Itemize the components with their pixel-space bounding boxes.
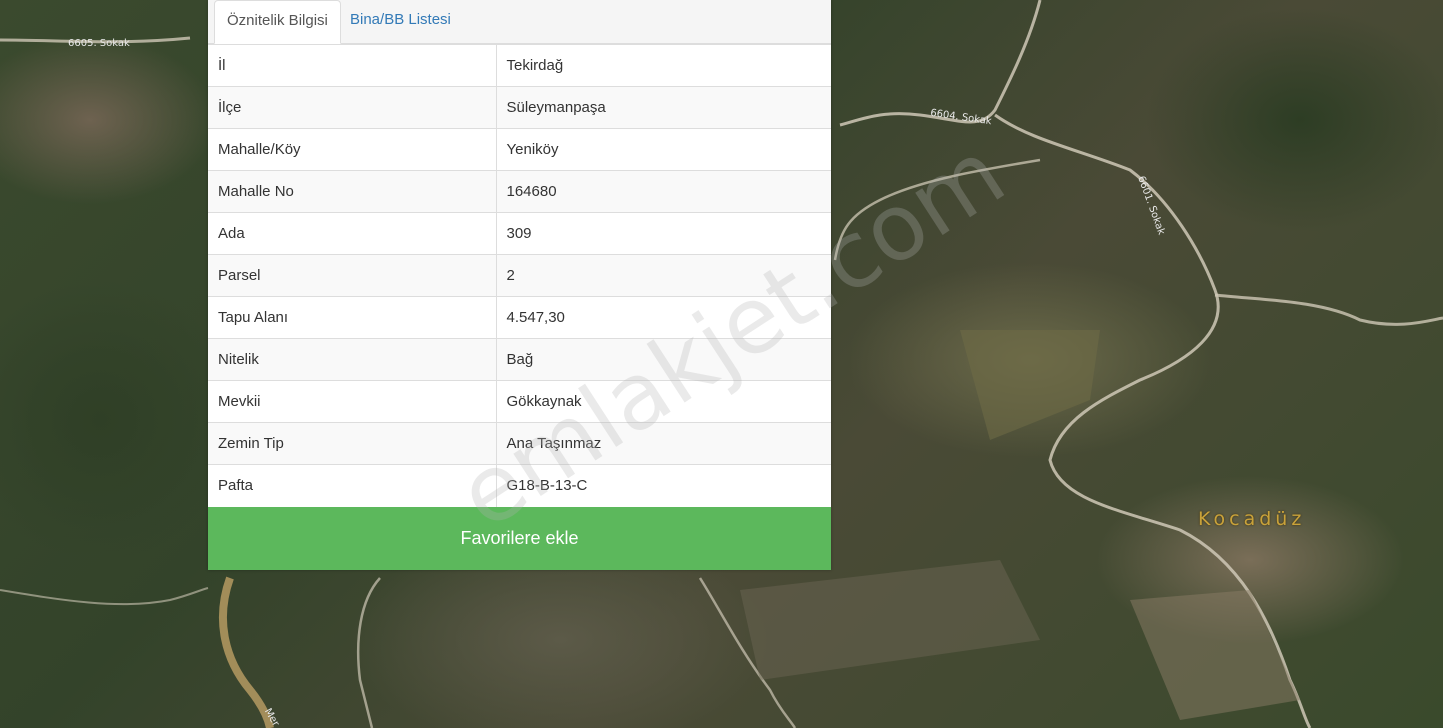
attribute-value: 2 [496,254,831,297]
attribute-value: Ana Taşınmaz [496,422,831,465]
attribute-key: Mahalle/Köy [208,128,497,171]
tab-attribute-info[interactable]: Öznitelik Bilgisi [214,0,341,44]
parcel-info-panel: Öznitelik Bilgisi Bina/BB Listesi İl Teki… [208,0,831,570]
table-row: İl Tekirdağ [208,44,831,87]
attribute-value: Süleymanpaşa [496,86,831,129]
attribute-key: Pafta [208,464,497,507]
attribute-key: Zemin Tip [208,422,497,465]
table-row: Parsel 2 [208,254,831,297]
table-row: Mevkii Gökkaynak [208,380,831,423]
attribute-value: 164680 [496,170,831,213]
table-row: Pafta G18-B-13-C [208,464,831,507]
place-label: Kocadüz [1198,508,1306,530]
table-row: Mahalle No 164680 [208,170,831,213]
attribute-value: Bağ [496,338,831,381]
attribute-key: Tapu Alanı [208,296,497,339]
tab-building-list[interactable]: Bina/BB Listesi [338,0,463,43]
table-row: Nitelik Bağ [208,338,831,381]
attribute-table: İl Tekirdağ İlçe Süleymanpaşa Mahalle/Köy Yen… [208,44,831,507]
attribute-key: Mevkii [208,380,497,423]
attribute-value: G18-B-13-C [496,464,831,507]
attribute-value: 4.547,30 [496,296,831,339]
attribute-key: İlçe [208,86,497,129]
table-row: Tapu Alanı 4.547,30 [208,296,831,339]
attribute-value: Yeniköy [496,128,831,171]
attribute-key: Parsel [208,254,497,297]
table-row: Mahalle/Köy Yeniköy [208,128,831,171]
attribute-key: Nitelik [208,338,497,381]
table-row: Zemin Tip Ana Taşınmaz [208,422,831,465]
attribute-value: 309 [496,212,831,255]
table-row: Ada 309 [208,212,831,255]
add-to-favorites-button[interactable]: Favorilere ekle [208,506,831,570]
attribute-value: Tekirdağ [496,44,831,87]
attribute-key: İl [208,44,497,87]
attribute-key: Mahalle No [208,170,497,213]
table-row: İlçe Süleymanpaşa [208,86,831,129]
tab-bar: Öznitelik Bilgisi Bina/BB Listesi [208,0,831,44]
attribute-key: Ada [208,212,497,255]
attribute-value: Gökkaynak [496,380,831,423]
road-label: 6605. Sokak [68,38,130,49]
